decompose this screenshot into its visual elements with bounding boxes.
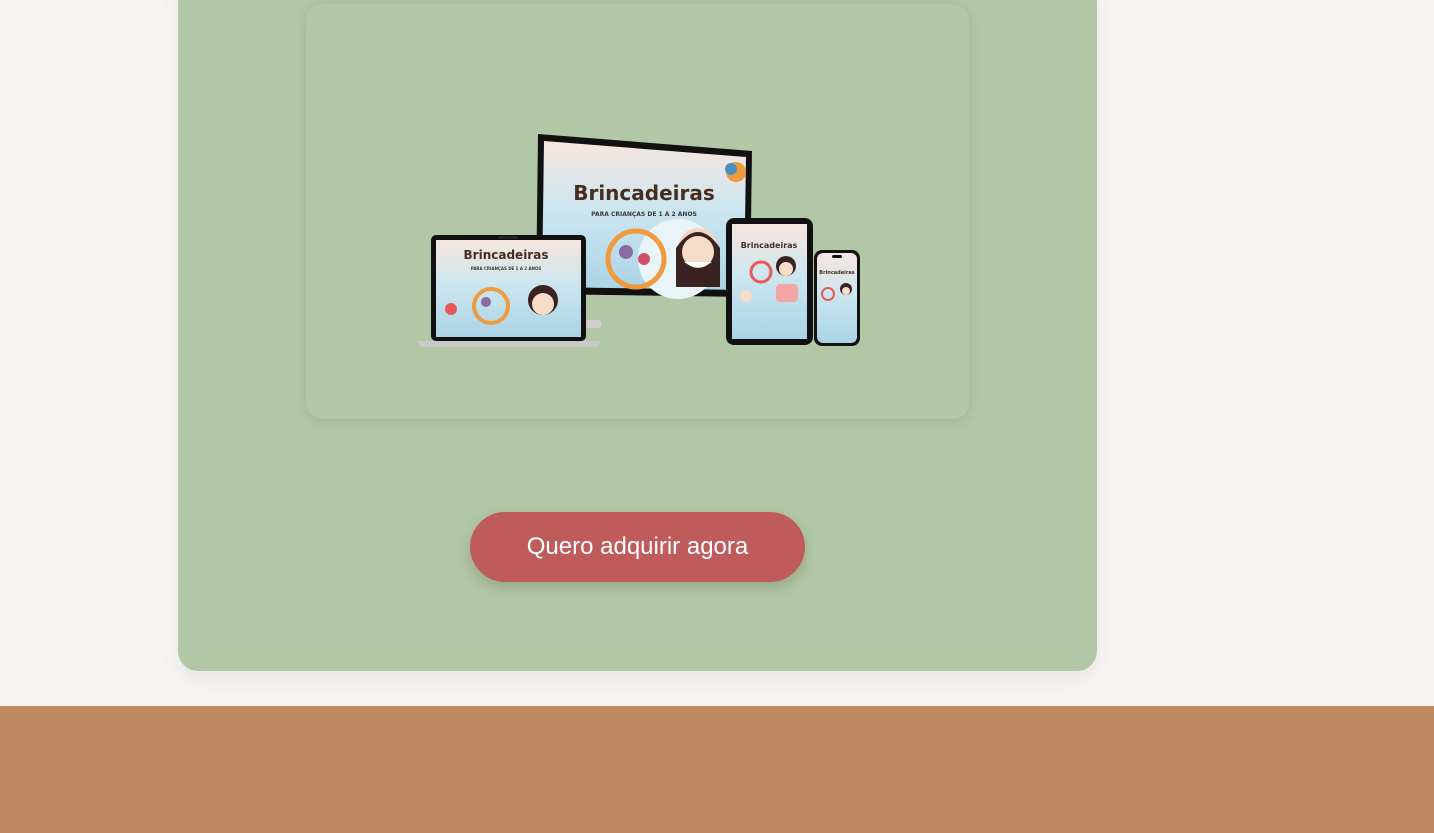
laptop-device: Brincadeiras PARA CRIANÇAS DE 1 A 2 ANOS <box>416 235 601 347</box>
footer-band <box>0 706 1434 833</box>
phone-device: Brincadeiras <box>814 250 860 346</box>
devices-mockup-graphic: Brincadeiras PARA CRIANÇAS DE 1 A 2 ANOS… <box>416 134 860 347</box>
tablet-device: Brincadeiras <box>726 218 813 345</box>
buy-now-button[interactable]: Quero adquirir agora <box>470 512 805 582</box>
tablet-cover-title: Brincadeiras <box>741 241 798 250</box>
phone-cover-title: Brincadeiras <box>819 270 854 276</box>
product-section-card: Brincadeiras PARA CRIANÇAS DE 1 A 2 ANOS… <box>178 0 1097 671</box>
laptop-cover-title: Brincadeiras <box>464 248 549 262</box>
monitor-cover-title: Brincadeiras <box>573 181 715 205</box>
product-mockup-image: Brincadeiras PARA CRIANÇAS DE 1 A 2 ANOS… <box>306 4 969 419</box>
page: Brincadeiras PARA CRIANÇAS DE 1 A 2 ANOS… <box>0 0 1434 833</box>
monitor-cover-subtitle: PARA CRIANÇAS DE 1 A 2 ANOS <box>591 211 697 218</box>
laptop-cover-subtitle: PARA CRIANÇAS DE 1 A 2 ANOS <box>471 266 542 271</box>
